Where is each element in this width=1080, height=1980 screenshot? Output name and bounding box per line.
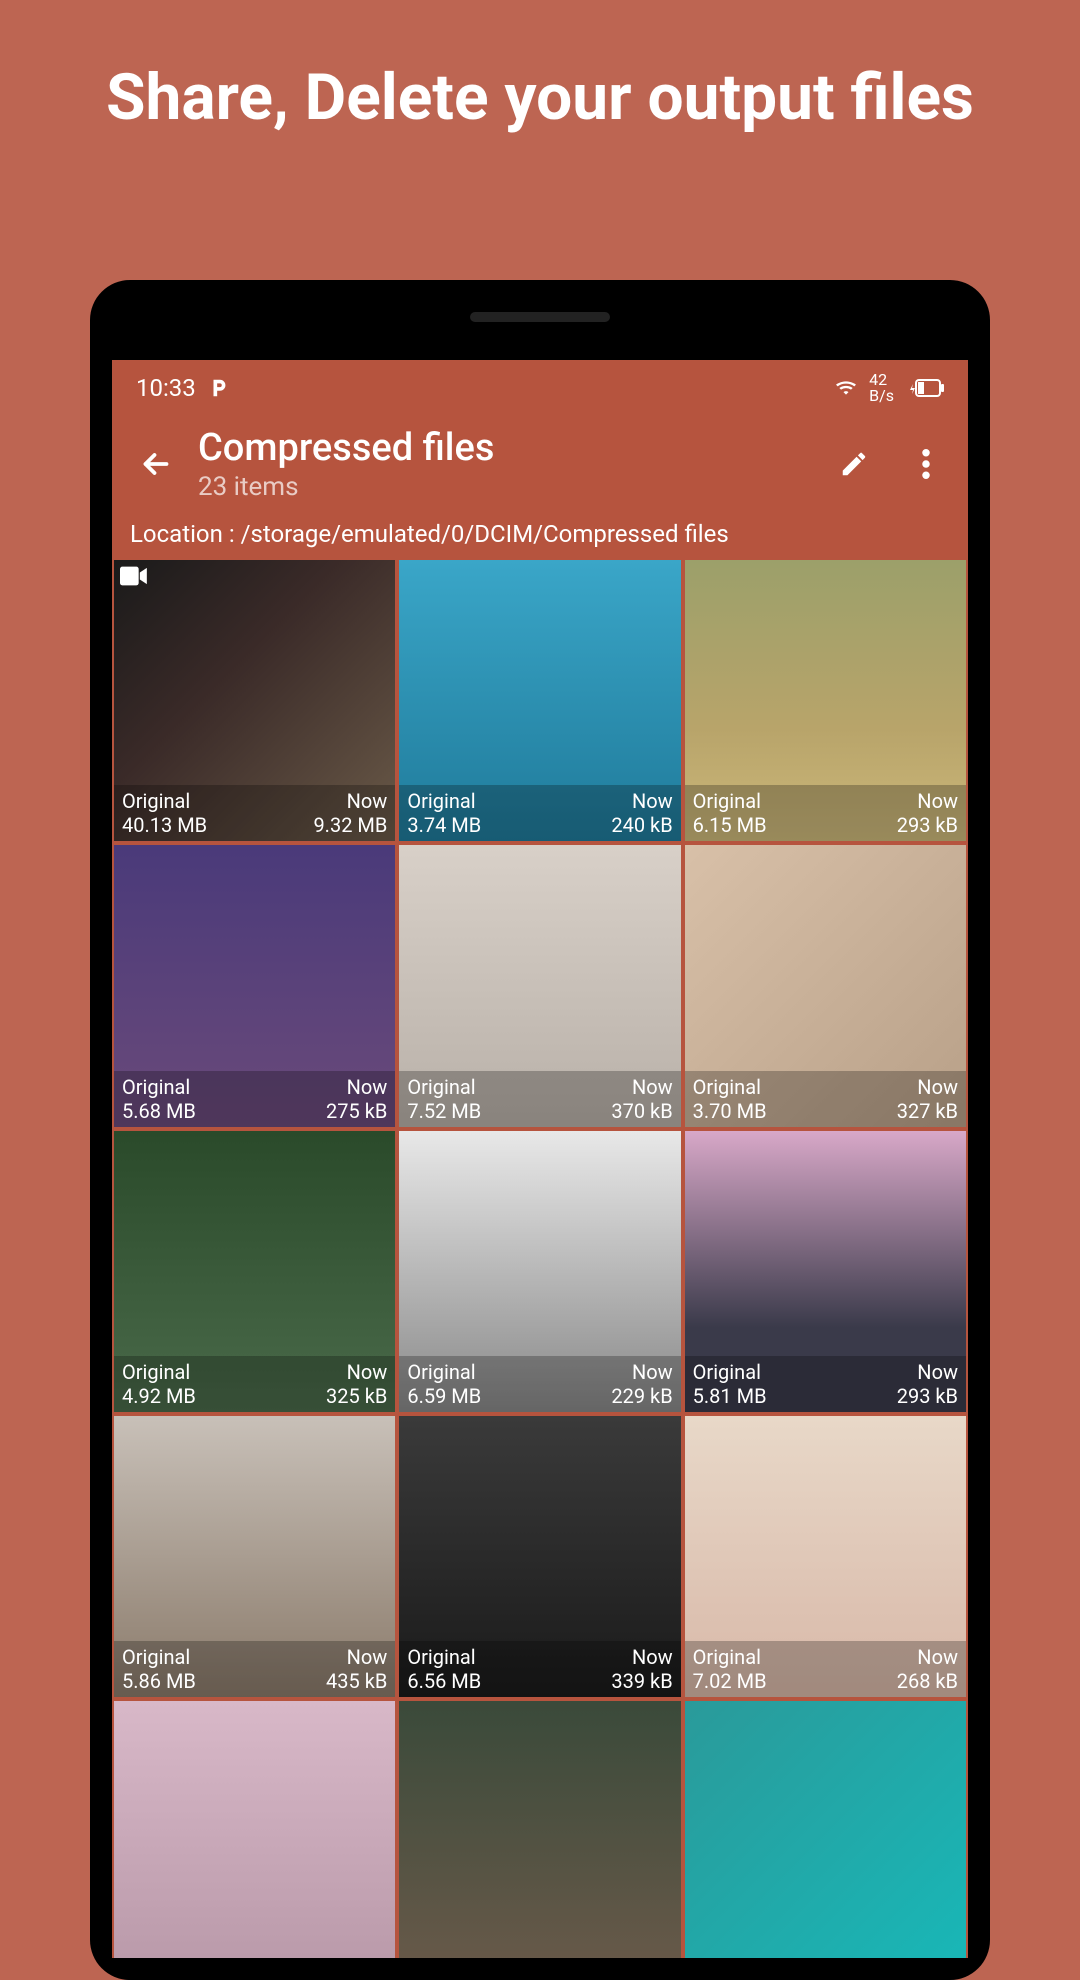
original-label: Original: [407, 1075, 481, 1099]
phone-speaker: [470, 312, 610, 322]
original-size: 5.86 MB: [122, 1669, 196, 1693]
original-label: Original: [693, 1645, 767, 1669]
file-item[interactable]: Original3.74 MB Now240 kB: [399, 560, 680, 841]
now-size: 327 kB: [897, 1099, 958, 1123]
pencil-icon: [839, 449, 869, 479]
file-item[interactable]: Original40.13 MB Now9.32 MB: [114, 560, 395, 841]
file-item[interactable]: Original6.15 MB Now293 kB: [685, 560, 966, 841]
original-size: 6.59 MB: [407, 1384, 481, 1408]
original-label: Original: [122, 789, 207, 813]
battery-charging-icon: [904, 378, 944, 398]
original-size: 5.81 MB: [693, 1384, 767, 1408]
wifi-icon: [833, 378, 859, 398]
original-label: Original: [407, 1360, 481, 1384]
app-screen: 10:33 42 B/s: [112, 360, 968, 1958]
page-title: Compressed files: [198, 426, 832, 470]
original-size: 7.52 MB: [407, 1099, 481, 1123]
file-item[interactable]: Original3.70 MB Now327 kB: [685, 845, 966, 1126]
file-item[interactable]: Original4.92 MB Now325 kB: [114, 1131, 395, 1412]
original-size: 6.15 MB: [693, 813, 767, 837]
size-overlay: Original4.92 MB Now325 kB: [114, 1356, 395, 1412]
p-icon: [208, 377, 230, 399]
original-size: 5.68 MB: [122, 1099, 196, 1123]
edit-button[interactable]: [832, 442, 876, 486]
original-label: Original: [693, 789, 767, 813]
now-size: 229 kB: [611, 1384, 672, 1408]
size-overlay: Original3.70 MB Now327 kB: [685, 1071, 966, 1127]
more-vert-icon: [922, 449, 930, 479]
now-label: Now: [326, 1075, 387, 1099]
now-size: 293 kB: [897, 813, 958, 837]
file-item[interactable]: Original6.56 MB Now339 kB: [399, 1416, 680, 1697]
size-overlay: Original6.56 MB Now339 kB: [399, 1641, 680, 1697]
size-overlay: Original40.13 MB Now9.32 MB: [114, 785, 395, 841]
arrow-left-icon: [138, 446, 174, 482]
size-overlay: Original7.02 MB Now268 kB: [685, 1641, 966, 1697]
now-label: Now: [313, 789, 387, 813]
original-size: 7.02 MB: [693, 1669, 767, 1693]
file-grid[interactable]: Original40.13 MBNow9.32 MBOriginal3.74 M…: [112, 560, 968, 1958]
now-label: Now: [897, 789, 958, 813]
back-button[interactable]: [132, 440, 180, 488]
now-label: Now: [326, 1360, 387, 1384]
original-size: 6.56 MB: [407, 1669, 481, 1693]
now-size: 275 kB: [326, 1099, 387, 1123]
size-overlay: Original6.15 MB Now293 kB: [685, 785, 966, 841]
now-label: Now: [897, 1075, 958, 1099]
status-time: 10:33: [136, 374, 196, 402]
original-label: Original: [122, 1360, 196, 1384]
now-size: 293 kB: [897, 1384, 958, 1408]
file-item[interactable]: Original6.59 MB Now229 kB: [399, 1131, 680, 1412]
original-label: Original: [407, 1645, 481, 1669]
location-path: /storage/emulated/0/DCIM/Compressed file…: [241, 520, 729, 548]
network-rate: 42 B/s: [869, 372, 894, 404]
file-item[interactable]: Original5.86 MB Now435 kB: [114, 1416, 395, 1697]
original-label: Original: [407, 789, 481, 813]
now-size: 268 kB: [897, 1669, 958, 1693]
original-label: Original: [693, 1360, 767, 1384]
file-item[interactable]: Original7.02 MB Now268 kB: [685, 1416, 966, 1697]
original-label: Original: [693, 1075, 767, 1099]
now-label: Now: [611, 1645, 672, 1669]
now-label: Now: [611, 789, 672, 813]
more-button[interactable]: [904, 442, 948, 486]
phone-frame: 10:33 42 B/s: [90, 280, 990, 1980]
now-label: Now: [897, 1645, 958, 1669]
now-label: Now: [897, 1360, 958, 1384]
location-bar: Location : /storage/emulated/0/DCIM/Comp…: [112, 518, 968, 560]
now-size: 435 kB: [326, 1669, 387, 1693]
original-size: 4.92 MB: [122, 1384, 196, 1408]
original-label: Original: [122, 1075, 196, 1099]
file-item[interactable]: Original5.81 MB Now293 kB: [685, 1131, 966, 1412]
size-overlay: Original5.86 MB Now435 kB: [114, 1641, 395, 1697]
now-size: 370 kB: [611, 1099, 672, 1123]
original-size: 3.74 MB: [407, 813, 481, 837]
original-size: 3.70 MB: [693, 1099, 767, 1123]
original-size: 40.13 MB: [122, 813, 207, 837]
location-label: Location :: [130, 520, 241, 548]
size-overlay: Original5.68 MB Now275 kB: [114, 1071, 395, 1127]
now-size: 9.32 MB: [313, 813, 387, 837]
original-label: Original: [122, 1645, 196, 1669]
now-size: 325 kB: [326, 1384, 387, 1408]
now-label: Now: [611, 1360, 672, 1384]
now-label: Now: [326, 1645, 387, 1669]
size-overlay: Original6.59 MB Now229 kB: [399, 1356, 680, 1412]
status-bar: 10:33 42 B/s: [112, 360, 968, 416]
now-size: 339 kB: [611, 1669, 672, 1693]
size-overlay: Original5.81 MB Now293 kB: [685, 1356, 966, 1412]
now-label: Now: [611, 1075, 672, 1099]
now-size: 240 kB: [611, 813, 672, 837]
size-overlay: Original3.74 MB Now240 kB: [399, 785, 680, 841]
file-item[interactable]: Original7.52 MB Now370 kB: [399, 845, 680, 1126]
video-icon: [120, 566, 148, 590]
file-item[interactable]: Original5.68 MB Now275 kB: [114, 845, 395, 1126]
promo-title: Share, Delete your output files: [0, 0, 1080, 187]
item-count: 23 items: [198, 472, 832, 502]
size-overlay: Original7.52 MB Now370 kB: [399, 1071, 680, 1127]
app-bar: Compressed files 23 items: [112, 416, 968, 518]
